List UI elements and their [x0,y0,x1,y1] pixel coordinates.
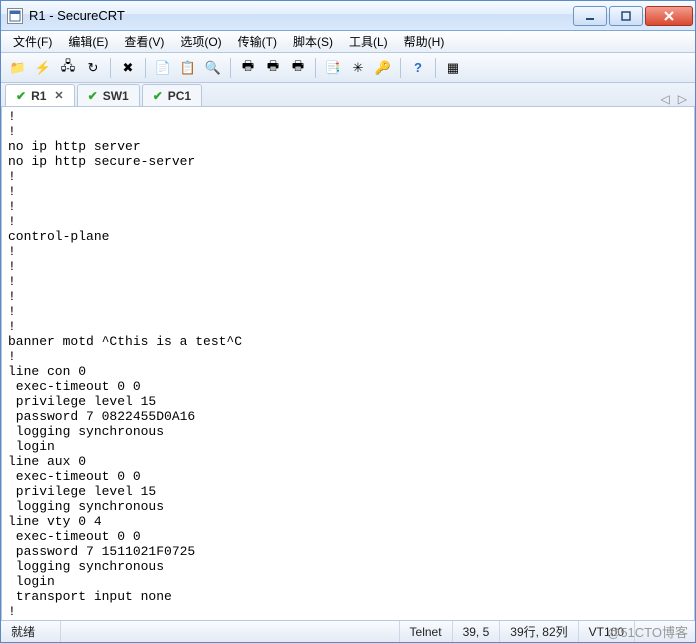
tab-pc1[interactable]: ✔ PC1 [142,84,202,106]
status-emulation: VT100 [579,621,635,642]
connect-icon[interactable]: 🖧 [57,57,79,79]
tab-label: PC1 [168,89,191,103]
toolbar-separator [435,58,436,78]
menu-transfer[interactable]: 传输(T) [230,31,285,52]
menu-edit[interactable]: 编辑(E) [60,31,116,52]
copy-icon[interactable]: 📄 [152,57,174,79]
menu-script[interactable]: 脚本(S) [285,31,341,52]
find-icon[interactable]: 🔍 [202,57,224,79]
status-size: 39行, 82列 [500,621,578,642]
quick-connect-icon[interactable]: ⚡ [32,57,54,79]
tab-r1[interactable]: ✔ R1 ✕ [5,84,75,106]
menu-options[interactable]: 选项(O) [172,31,229,52]
tab-next-icon[interactable]: ▷ [674,92,691,106]
toolbar-separator [145,58,146,78]
title-bar: R1 - SecureCRT [1,1,695,31]
help-icon[interactable]: ? [407,57,429,79]
check-icon: ✔ [88,89,98,103]
check-icon: ✔ [153,89,163,103]
status-spacer [61,621,400,642]
check-icon: ✔ [16,89,26,103]
tab-label: R1 [31,89,46,103]
tab-sw1[interactable]: ✔ SW1 [77,84,140,106]
toolbar-separator [230,58,231,78]
settings-icon[interactable]: ✳ [347,57,369,79]
toolbar-separator [400,58,401,78]
close-tab-icon[interactable]: ✕ [54,89,63,102]
close-button[interactable] [645,6,693,26]
toolbar-separator [110,58,111,78]
paste-icon[interactable]: 📋 [177,57,199,79]
menu-file[interactable]: 文件(F) [5,31,60,52]
options-icon[interactable]: 📑 [322,57,344,79]
window-title: R1 - SecureCRT [29,8,571,23]
terminal-output[interactable]: ! ! no ip http server no ip http secure-… [1,107,695,620]
menu-view[interactable]: 查看(V) [116,31,172,52]
menu-tools[interactable]: 工具(L) [341,31,396,52]
key-icon[interactable]: 🔑 [372,57,394,79]
tab-strip: ✔ R1 ✕ ✔ SW1 ✔ PC1 ◁ ▷ [1,83,695,107]
disconnect-icon[interactable]: ✖ [117,57,139,79]
app-icon [7,8,23,24]
print-screen-icon[interactable]: 🖶 [287,57,309,79]
menu-bar: 文件(F) 编辑(E) 查看(V) 选项(O) 传输(T) 脚本(S) 工具(L… [1,31,695,53]
reconnect-icon[interactable]: ↻ [82,57,104,79]
menu-help[interactable]: 帮助(H) [396,31,453,52]
status-protocol: Telnet [400,621,453,642]
toggle-icon[interactable]: ▦ [442,57,464,79]
status-ready: 就绪 [1,621,61,642]
session-mgr-icon[interactable]: 📁 [7,57,29,79]
toolbar: 📁 ⚡ 🖧 ↻ ✖ 📄 📋 🔍 🖶 🖶 🖶 📑 ✳ 🔑 ? ▦ [1,53,695,83]
maximize-button[interactable] [609,6,643,26]
tab-label: SW1 [103,89,129,103]
print-setup-icon[interactable]: 🖶 [262,57,284,79]
status-cursor: 39, 5 [453,621,501,642]
status-bar: 就绪 Telnet 39, 5 39行, 82列 VT100 [1,620,695,642]
status-end [635,621,695,642]
tab-prev-icon[interactable]: ◁ [657,92,674,106]
toolbar-separator [315,58,316,78]
minimize-button[interactable] [573,6,607,26]
print-icon[interactable]: 🖶 [237,57,259,79]
